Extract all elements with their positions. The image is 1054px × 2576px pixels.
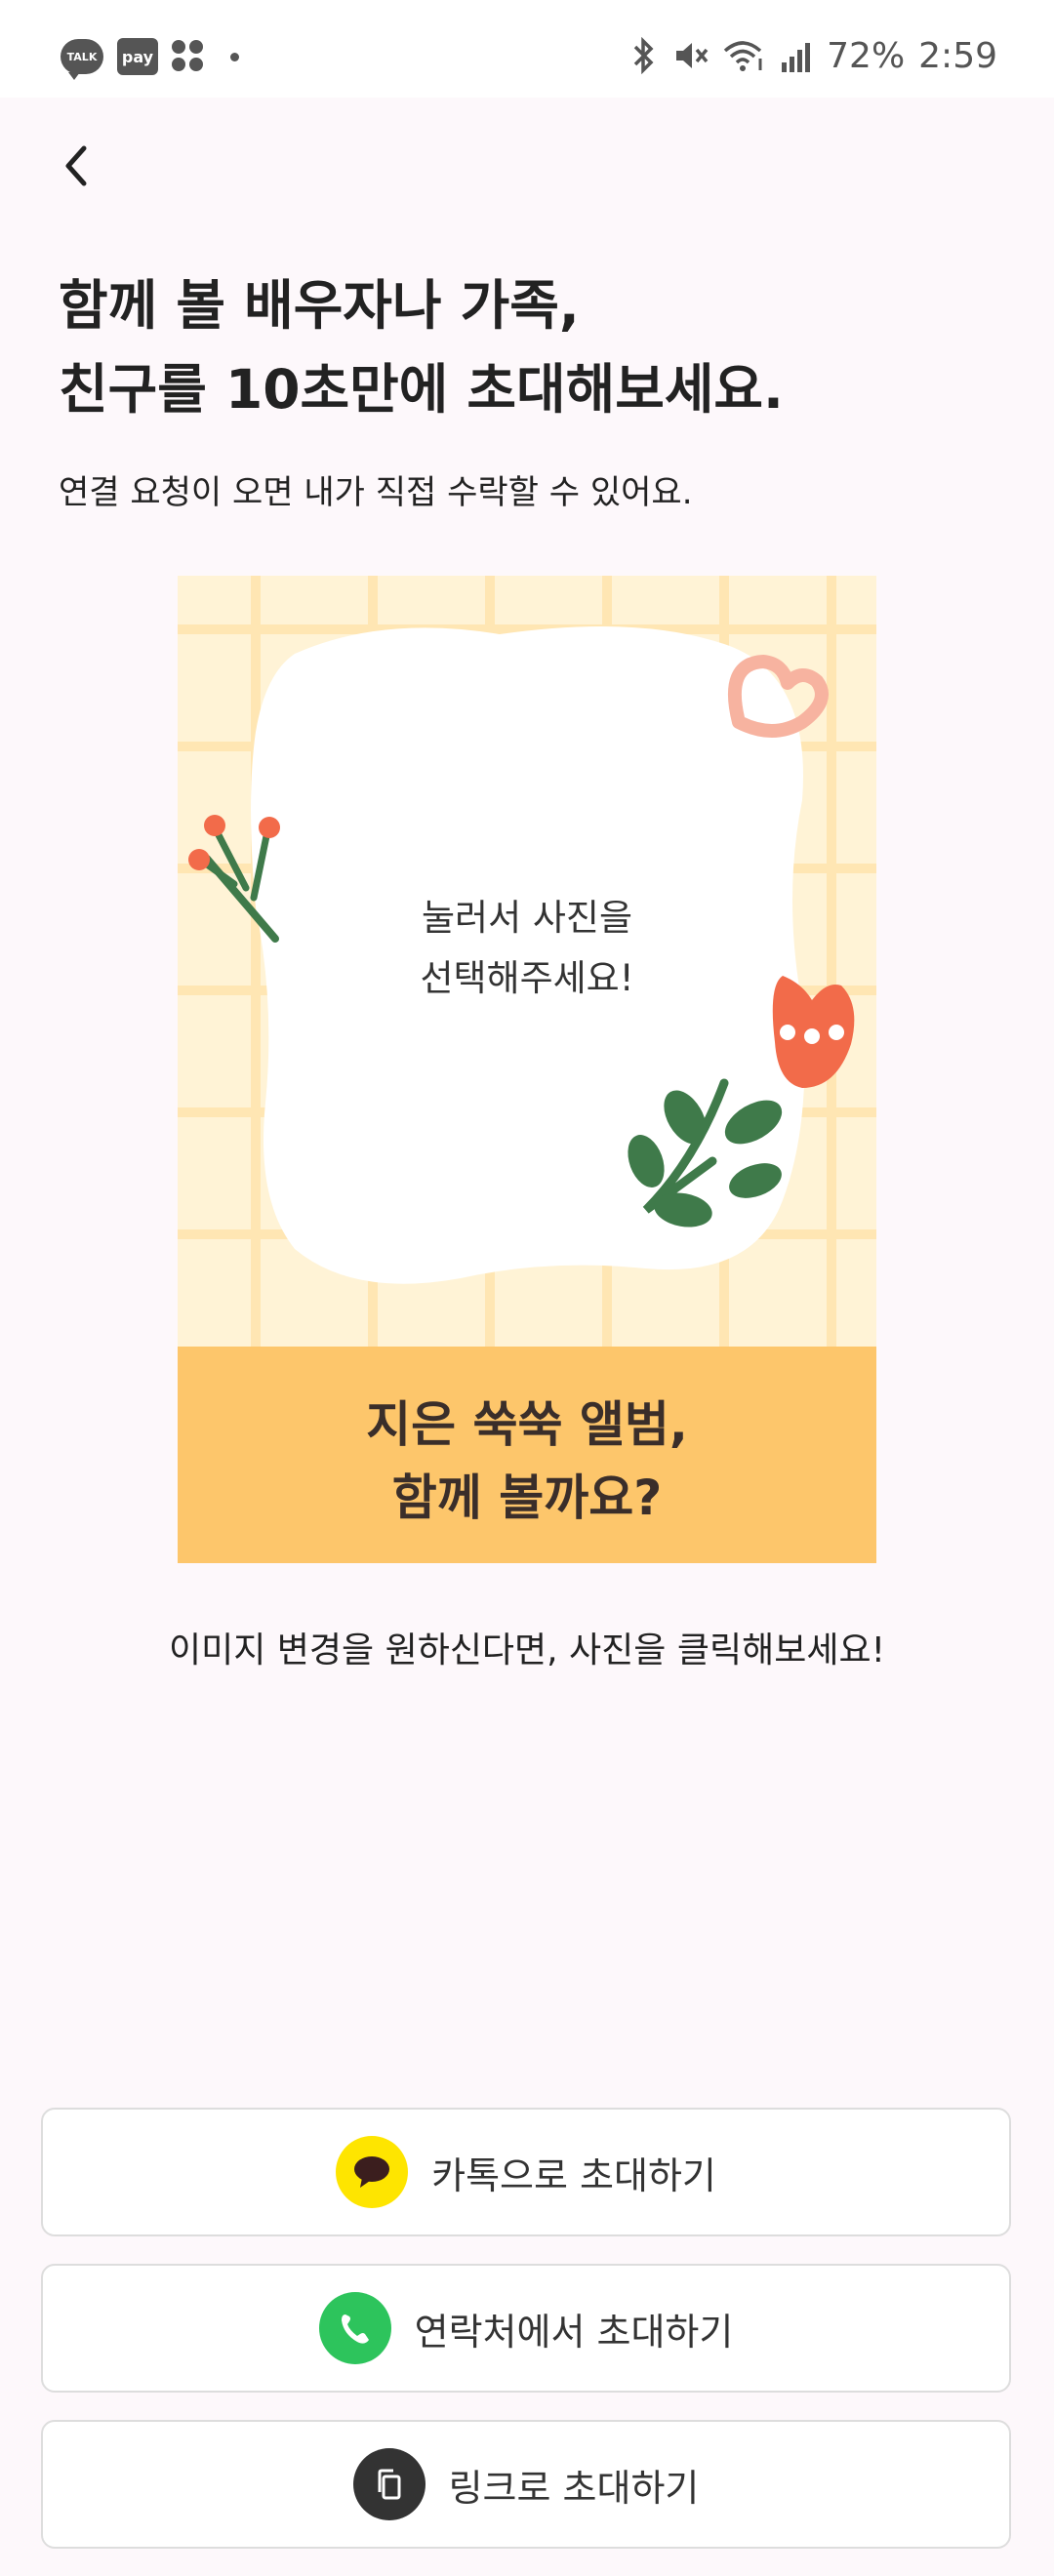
phone-icon: [318, 2292, 391, 2364]
kakaotalk-notification-icon: TALK: [61, 39, 103, 80]
invite-contacts-label: 연락처에서 초대하기: [414, 2310, 734, 2354]
page-title-line-2: 친구를 10초만에 초대해보세요.: [59, 358, 784, 421]
invite-kakao-label: 카톡으로 초대하기: [431, 2153, 716, 2197]
clock: 2:59: [918, 35, 997, 76]
change-image-hint: 이미지 변경을 원하신다면, 사진을 클릭해보세요!: [168, 1630, 886, 1670]
status-bar-notifications: TALK pay: [61, 35, 239, 80]
kakao-talk-icon: [336, 2136, 409, 2208]
page-title-line-1: 함께 볼 배우자나 가족,: [59, 274, 580, 337]
album-title-banner: 지은 쑥쑥 앨범, 함께 볼까요?: [178, 1347, 876, 1563]
more-notifications-dot-icon: [230, 52, 239, 61]
invite-contacts-button[interactable]: 연락처에서 초대하기: [41, 2264, 1011, 2393]
album-title-line-1: 지은 쑥쑥 앨범,: [366, 1396, 688, 1453]
select-photo-prompt-line-2: 선택해주세요!: [420, 957, 634, 999]
status-bar-system: 72% 2:59: [629, 31, 997, 80]
album-title-line-2: 함께 볼까요?: [391, 1469, 663, 1526]
kakaopay-notification-icon: pay: [117, 38, 158, 75]
invite-link-label: 링크로 초대하기: [448, 2466, 700, 2510]
page-title: 함께 볼 배우자나 가족, 친구를 10초만에 초대해보세요.: [59, 263, 995, 431]
mute-icon: [676, 43, 709, 68]
status-bar: TALK pay 72% 2:59: [0, 0, 1054, 98]
page-subtitle: 연결 요청이 오면 내가 직접 수락할 수 있어요.: [59, 473, 693, 512]
battery-percent: 72%: [827, 35, 906, 76]
chevron-left-icon: [65, 145, 87, 186]
apps-dots-icon: [172, 40, 205, 73]
bluetooth-icon: [633, 37, 654, 74]
invite-link-button[interactable]: 링크로 초대하기: [41, 2420, 1011, 2549]
copy-link-icon: [352, 2448, 426, 2520]
back-button[interactable]: [51, 137, 105, 195]
select-photo-prompt[interactable]: 눌러서 사진을 선택해주세요!: [178, 888, 876, 1009]
signal-icon: [782, 43, 811, 72]
select-photo-prompt-line-1: 눌러서 사진을: [421, 897, 632, 939]
wifi-icon: [723, 41, 762, 71]
invite-kakao-button[interactable]: 카톡으로 초대하기: [41, 2108, 1011, 2236]
album-cover-card[interactable]: 눌러서 사진을 선택해주세요! 지은 쑥쑥 앨범, 함께 볼까요?: [178, 576, 876, 1563]
